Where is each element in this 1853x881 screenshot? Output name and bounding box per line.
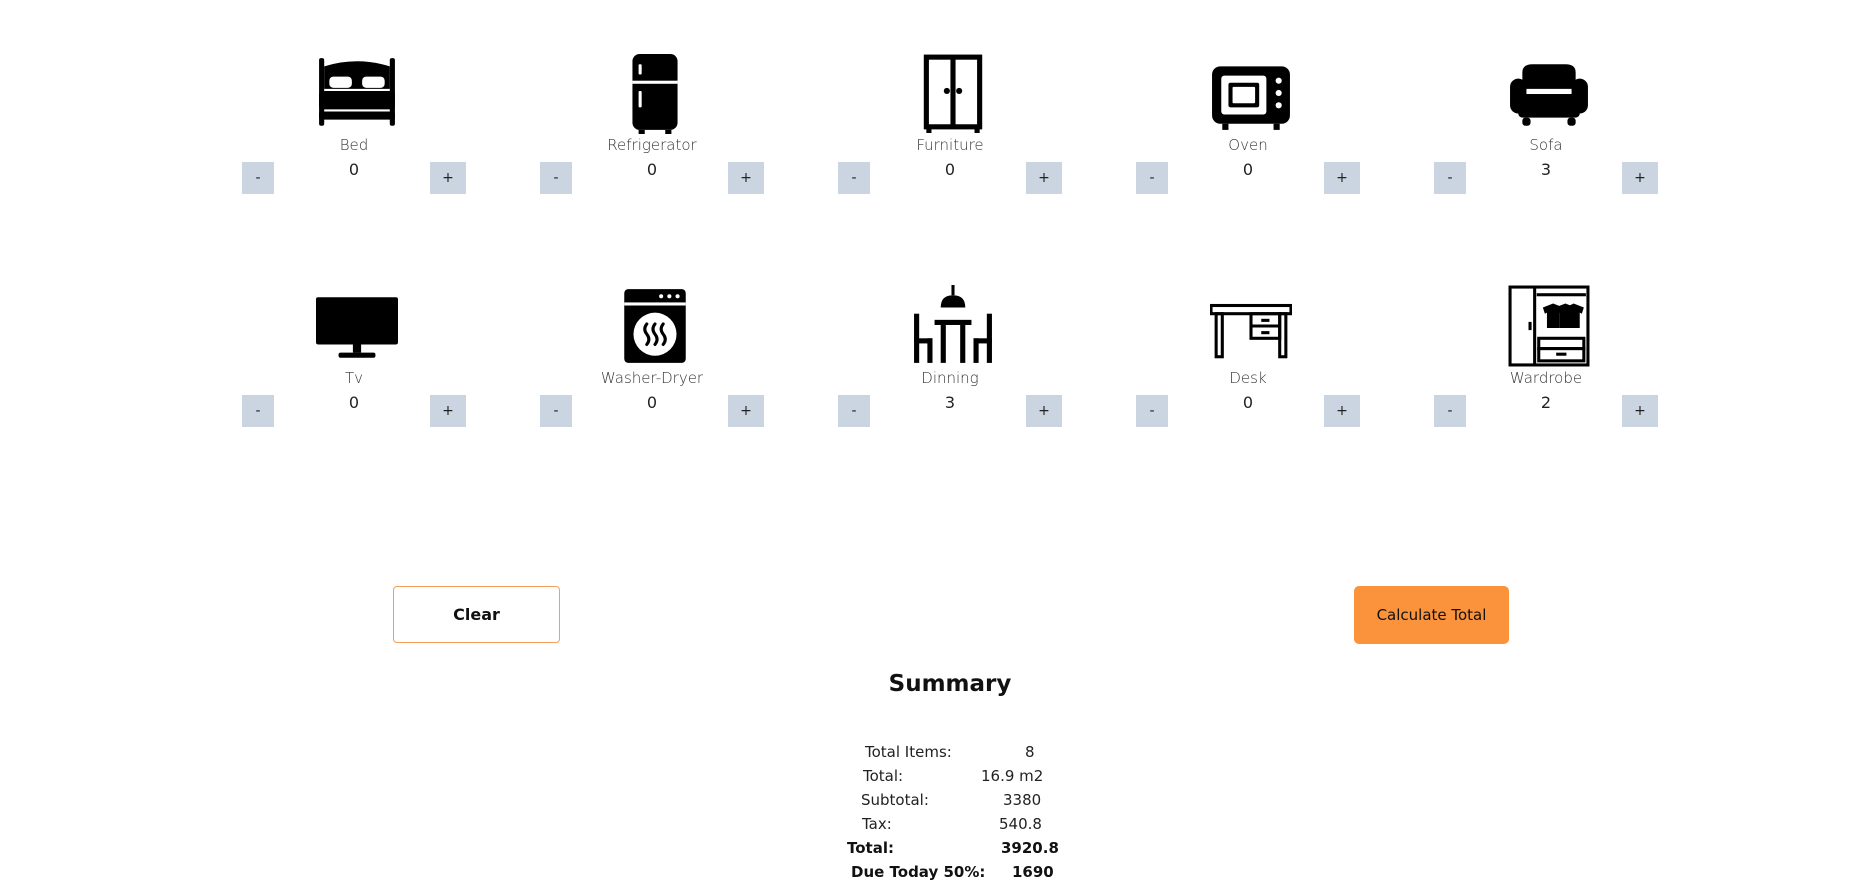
summary-value: 16.9 m2: [981, 767, 1044, 785]
calculate-total-button[interactable]: Calculate Total: [1354, 586, 1509, 644]
increment-button[interactable]: +: [1026, 395, 1062, 427]
summary-value: 3380: [1003, 791, 1042, 809]
summary-value: 540.8: [999, 815, 1042, 833]
increment-button[interactable]: +: [430, 162, 466, 194]
tv-icon: [316, 285, 398, 367]
item-name: Tv: [344, 369, 364, 387]
item-sofa: Sofa - 3 +: [1434, 52, 1658, 202]
sofa-icon: [1508, 52, 1590, 134]
summary-value: 3920.8: [1001, 839, 1059, 857]
clear-button[interactable]: Clear: [393, 586, 560, 643]
item-name: Washer-Dryer: [600, 369, 704, 387]
bed-icon: [316, 52, 398, 134]
item-name: Furniture: [916, 136, 984, 154]
washer-dryer-icon: [614, 285, 696, 367]
increment-button[interactable]: +: [1026, 162, 1062, 194]
summary-label: Tax:: [862, 815, 892, 833]
item-furniture: Furniture - 0 +: [838, 52, 1062, 202]
summary-title: Summary: [888, 671, 1012, 697]
item-wardrobe: Wardrobe - 2 +: [1434, 285, 1658, 435]
oven-icon: [1210, 52, 1292, 134]
item-name: Bed: [339, 136, 369, 154]
cabinet-icon: [912, 52, 994, 134]
item-refrigerator: Refrigerator - 0 +: [540, 52, 764, 202]
item-name: Refrigerator: [607, 136, 697, 154]
item-name: Dinning: [921, 369, 979, 387]
increment-button[interactable]: +: [430, 395, 466, 427]
item-dinning: Dinning - 3 +: [838, 285, 1062, 435]
increment-button[interactable]: +: [1324, 162, 1360, 194]
summary-label: Total Items:: [865, 743, 952, 761]
item-desk: Desk - 0 +: [1136, 285, 1360, 435]
item-tv: Tv - 0 +: [242, 285, 466, 435]
item-name: Oven: [1228, 136, 1268, 154]
increment-button[interactable]: +: [1324, 395, 1360, 427]
wardrobe-icon: [1508, 285, 1590, 367]
increment-button[interactable]: +: [728, 162, 764, 194]
summary-value: 1690: [1012, 863, 1054, 881]
item-bed: Bed - 0 +: [242, 52, 466, 202]
increment-button[interactable]: +: [1622, 162, 1658, 194]
summary-label: Total:: [847, 839, 894, 857]
item-name: Wardrobe: [1509, 369, 1583, 387]
summary-label: Due Today 50%:: [851, 863, 986, 881]
item-name: Desk: [1229, 369, 1267, 387]
increment-button[interactable]: +: [1622, 395, 1658, 427]
summary-value: 8: [1025, 743, 1035, 761]
dining-table-icon: [912, 285, 994, 367]
refrigerator-icon: [614, 52, 696, 134]
desk-icon: [1210, 285, 1292, 367]
item-name: Sofa: [1529, 136, 1563, 154]
increment-button[interactable]: +: [728, 395, 764, 427]
item-washer-dryer: Washer-Dryer - 0 +: [540, 285, 764, 435]
summary-label: Subtotal:: [861, 791, 929, 809]
summary-label: Total:: [863, 767, 904, 785]
item-oven: Oven - 0 +: [1136, 52, 1360, 202]
